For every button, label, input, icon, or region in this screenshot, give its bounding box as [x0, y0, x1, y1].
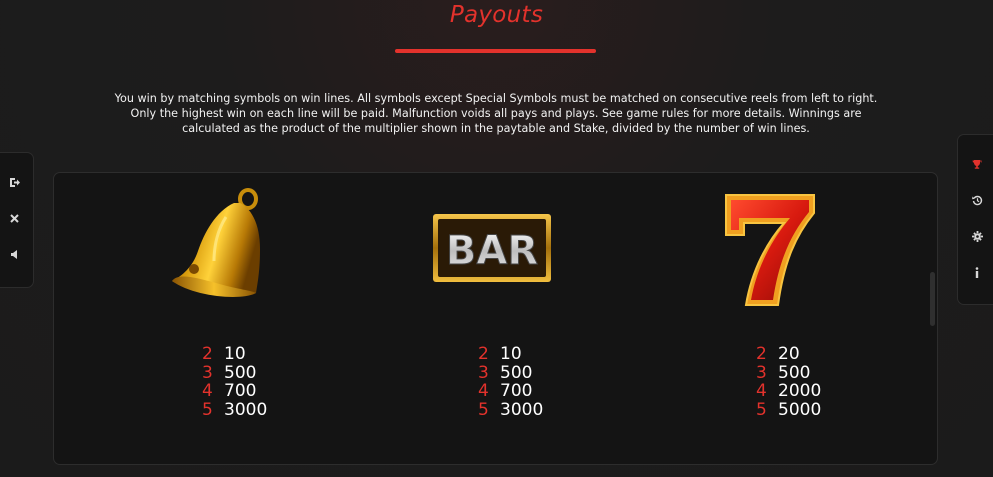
payout-value: 500 [500, 362, 533, 383]
payout-value: 10 [224, 344, 246, 364]
payout-row: 4 2000 [756, 382, 821, 401]
scrollbar[interactable] [930, 272, 935, 326]
bell-icon [172, 188, 260, 297]
history-button[interactable] [967, 190, 987, 210]
bar-symbol-label: BAR [446, 228, 538, 274]
title-underline [395, 49, 596, 53]
payout-count: 5 [202, 399, 213, 420]
symbol-seven: 2 20 3 500 4 2000 5 5000 [716, 173, 826, 464]
bar-icon: BAR [433, 214, 551, 282]
close-icon [9, 213, 19, 223]
close-button[interactable] [4, 208, 24, 228]
payout-row: 4 700 [478, 382, 543, 401]
payout-value: 500 [778, 362, 811, 383]
seven-paytable: 2 20 3 500 4 2000 5 5000 [756, 345, 821, 419]
bell-paytable: 2 10 3 500 4 700 5 3000 [202, 345, 267, 419]
payout-count: 5 [756, 399, 767, 420]
left-toolbar [0, 152, 34, 288]
symbol-bell: 2 10 3 500 4 700 5 3000 [162, 173, 282, 464]
payout-row: 3 500 [202, 362, 267, 383]
right-toolbar [957, 134, 993, 305]
payout-value: 3000 [224, 399, 268, 420]
payout-value: 700 [224, 381, 257, 401]
sound-icon [10, 249, 17, 259]
payout-value: 10 [500, 344, 522, 364]
payout-value: 700 [500, 381, 533, 401]
bar-paytable: 2 10 3 500 4 700 5 3000 [478, 345, 543, 419]
symbol-bar: BAR 2 10 3 500 4 700 5 3000 [432, 173, 554, 464]
payout-row: 5 5000 [756, 399, 822, 420]
seven-icon [725, 194, 815, 306]
rules-text: You win by matching symbols on win lines… [114, 92, 878, 135]
payout-row: 5 3000 [478, 399, 544, 420]
payout-count: 3 [202, 362, 213, 383]
payout-count: 4 [756, 381, 767, 401]
payout-value: 5000 [778, 399, 822, 420]
payout-value: 500 [224, 362, 257, 383]
gear-icon [971, 230, 983, 242]
payout-value: 20 [778, 344, 800, 364]
payout-row: 3 500 [756, 362, 821, 383]
info-button[interactable] [967, 262, 987, 282]
payout-count: 4 [202, 381, 213, 401]
sound-button[interactable] [4, 244, 24, 264]
payout-count: 2 [756, 344, 767, 364]
payout-count: 2 [202, 344, 213, 364]
trophy-button[interactable] [967, 154, 987, 174]
history-icon [971, 195, 982, 205]
payout-row: 2 10 [202, 345, 267, 364]
payout-row: 2 10 [478, 345, 543, 364]
settings-button[interactable] [967, 226, 987, 246]
payout-value: 2000 [778, 381, 822, 401]
payout-row: 5 3000 [202, 399, 268, 420]
payout-row: 4 700 [202, 382, 267, 401]
payout-row: 2 20 [756, 345, 821, 364]
payout-count: 5 [478, 399, 489, 420]
payout-count: 4 [478, 381, 489, 401]
payout-count: 2 [478, 344, 489, 364]
payouts-page: Payouts You win by matching symbols on w… [0, 0, 993, 477]
payout-value: 3000 [500, 399, 544, 420]
exit-button[interactable] [4, 172, 24, 192]
info-icon [975, 266, 979, 278]
trophy-icon [972, 160, 982, 169]
page-title: Payouts [449, 2, 544, 28]
paytable-panel: 2 10 3 500 4 700 5 3000 BAR 2 10 3 500 4… [53, 172, 938, 465]
payout-row: 3 500 [478, 362, 543, 383]
payout-count: 3 [756, 362, 767, 383]
payout-count: 3 [478, 362, 489, 383]
exit-icon [9, 177, 20, 187]
